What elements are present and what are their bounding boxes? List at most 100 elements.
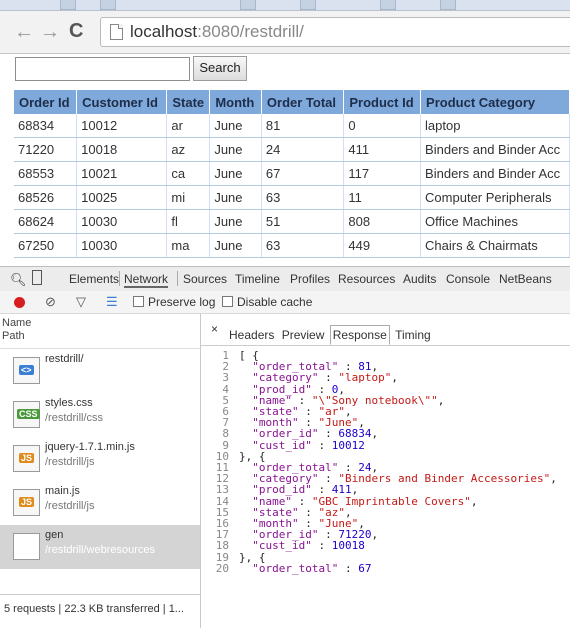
request-name: restdrill/ (45, 353, 84, 365)
tab-audits[interactable]: Audits (403, 272, 436, 286)
tab-resources[interactable]: Resources (338, 272, 395, 286)
request-row[interactable]: <> restdrill/ (0, 349, 200, 393)
url-text[interactable]: localhost:8080/restdrill/ (130, 22, 304, 42)
search-input[interactable] (15, 57, 190, 81)
table-cell: June (209, 137, 262, 162)
request-name: styles.css (45, 397, 93, 409)
tab-netbeans[interactable]: NetBeans (499, 272, 552, 286)
code-line: 20 "order_total" : 67 (215, 561, 372, 575)
table-cell: 117 (343, 161, 422, 186)
reload-icon[interactable]: C (69, 21, 83, 41)
table-row[interactable]: 71220 10018 az June 24 411 Binders and B… (14, 137, 570, 162)
clear-icon[interactable]: ⊘ (45, 294, 56, 310)
table-cell: 81 (261, 114, 345, 138)
table-cell: Binders and Binder Acc (420, 137, 570, 162)
address-bar[interactable]: localhost:8080/restdrill/ (100, 17, 570, 47)
table-cell: 67 (261, 161, 345, 186)
request-name: gen (45, 529, 64, 541)
table-row[interactable]: 67250 10030 ma June 63 449 Chairs & Chai… (14, 233, 570, 258)
table-cell: mi (166, 185, 211, 210)
preserve-log-label: Preserve log (148, 295, 216, 309)
inspect-search-icon[interactable]: 🔍︎ (10, 272, 27, 288)
request-row[interactable]: JS jquery-1.7.1.min.js /restdrill/js (0, 437, 200, 481)
column-path[interactable]: Path (2, 330, 25, 342)
disable-cache-label: Disable cache (237, 295, 313, 309)
disable-cache-checkbox[interactable]: Disable cache (222, 295, 312, 309)
table-cell: 10012 (76, 114, 168, 138)
browser-tab-strip (0, 0, 570, 11)
close-icon[interactable]: × (211, 322, 218, 336)
search-button[interactable]: Search (193, 56, 247, 81)
table-cell: June (209, 209, 262, 234)
table-cell: 68553 (14, 161, 78, 186)
record-icon[interactable] (14, 297, 25, 308)
column-header[interactable]: State (166, 90, 211, 114)
table-cell: 10025 (76, 185, 168, 210)
request-row[interactable]: JS main.js /restdrill/js (0, 481, 200, 525)
tab-headers[interactable]: Headers (227, 326, 276, 344)
page-icon (110, 24, 123, 40)
js-file-icon: JS (13, 445, 40, 472)
table-cell: 10030 (76, 209, 168, 234)
orders-table: Order Id Customer Id State Month Order T… (14, 90, 570, 258)
table-cell: Chairs & Chairmats (420, 233, 570, 258)
table-row[interactable]: 68526 10025 mi June 63 11 Computer Perip… (14, 185, 570, 210)
request-list: Name Path <> restdrill/ CSS styles.css /… (0, 314, 201, 628)
table-cell: ar (166, 114, 211, 138)
forward-arrow-icon[interactable]: → (40, 22, 60, 42)
column-header[interactable]: Order Id (14, 90, 78, 114)
preserve-log-checkbox[interactable]: Preserve log (133, 295, 215, 309)
table-cell: 68526 (14, 185, 78, 210)
tab-timing[interactable]: Timing (393, 326, 433, 344)
tab-sources[interactable]: Sources (183, 272, 227, 286)
tab-elements[interactable]: Elements (69, 272, 119, 286)
blank-file-icon (13, 533, 40, 560)
tab-network[interactable]: Network (124, 272, 169, 288)
table-cell: Office Machines (420, 209, 570, 234)
request-path: /restdrill/js (45, 500, 95, 512)
filter-icon[interactable]: ▽ (76, 294, 86, 310)
list-view-icon[interactable]: ☰ (106, 294, 118, 310)
column-header[interactable]: Month (209, 90, 262, 114)
request-name: jquery-1.7.1.min.js (45, 441, 135, 453)
table-header-row: Order Id Customer Id State Month Order T… (14, 90, 570, 114)
table-row[interactable]: 68834 10012 ar June 81 0 laptop (14, 114, 570, 138)
column-name[interactable]: Name (2, 317, 31, 329)
table-cell: 24 (261, 137, 345, 162)
table-cell: June (209, 161, 262, 186)
tab-response[interactable]: Response (329, 325, 390, 345)
detail-tabs: Headers Preview Response Timing (227, 325, 433, 345)
table-row[interactable]: 68553 10021 ca June 67 117 Binders and B… (14, 161, 570, 186)
column-header[interactable]: Product Category (420, 90, 570, 114)
table-row[interactable]: 68624 10030 fl June 51 808 Office Machin… (14, 209, 570, 234)
column-header[interactable]: Product Id (343, 90, 422, 114)
table-cell: laptop (420, 114, 570, 138)
back-arrow-icon[interactable]: ← (14, 22, 34, 42)
code-line: 18 "cust_id" : 10018 (215, 539, 365, 553)
column-header[interactable]: Customer Id (76, 90, 168, 114)
request-list-header: Name Path (0, 314, 200, 349)
css-file-icon: CSS (13, 401, 40, 428)
request-row-selected[interactable]: gen /restdrill/webresources (0, 525, 200, 569)
table-cell: az (166, 137, 211, 162)
table-cell: Computer Peripherals (420, 185, 570, 210)
table-cell: June (209, 114, 262, 138)
table-cell: 68834 (14, 114, 78, 138)
request-row[interactable]: CSS styles.css /restdrill/css (0, 393, 200, 437)
tab-profiles[interactable]: Profiles (290, 272, 330, 286)
table-cell: 449 (343, 233, 422, 258)
tab-preview[interactable]: Preview (280, 326, 327, 344)
table-cell: 0 (343, 114, 422, 138)
devtools-tabbar: 🔍︎ Elements Network Sources Timeline Pro… (0, 266, 570, 292)
device-mode-icon[interactable] (32, 270, 42, 285)
table-cell: 63 (261, 185, 345, 210)
response-body[interactable]: 1[ {2 "order_total" : 81, 3 "category" : … (211, 350, 557, 574)
js-file-icon: JS (13, 489, 40, 516)
tab-console[interactable]: Console (446, 272, 490, 286)
tab-timeline[interactable]: Timeline (235, 272, 280, 286)
tab-underline (201, 345, 570, 346)
table-cell: 51 (261, 209, 345, 234)
table-cell: 68624 (14, 209, 78, 234)
request-name: main.js (45, 485, 80, 497)
column-header[interactable]: Order Total (261, 90, 345, 114)
